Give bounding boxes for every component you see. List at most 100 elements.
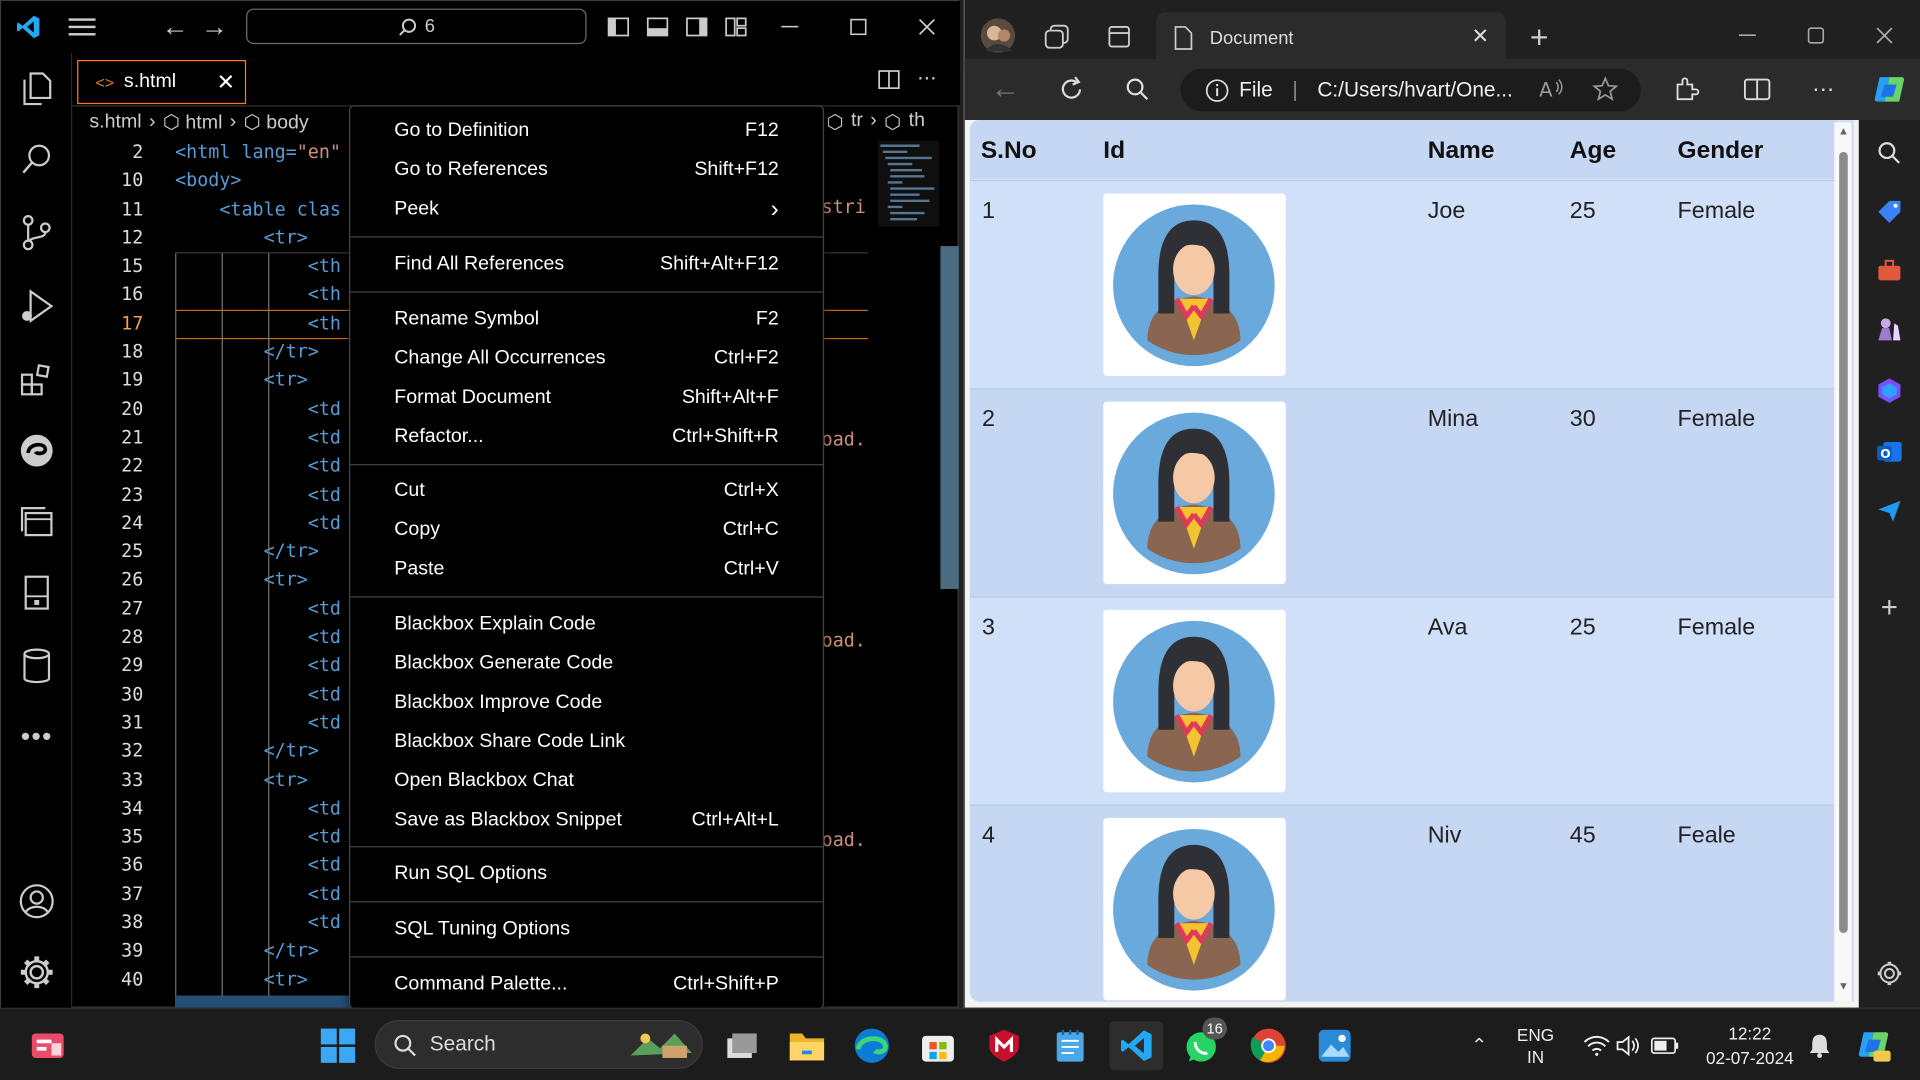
file-explorer-icon[interactable]: [782, 1021, 831, 1070]
notebook-icon[interactable]: [16, 572, 58, 614]
menu-item-rename-symbol[interactable]: Rename Symbol F2: [350, 300, 823, 339]
menu-item-peek[interactable]: Peek ›: [350, 190, 823, 229]
menu-item-blackbox-explain-code[interactable]: Blackbox Explain Code: [350, 605, 823, 644]
edge-devtools-icon[interactable]: [16, 430, 58, 472]
back-arrow-icon[interactable]: ←: [989, 72, 1021, 105]
edge-browser-icon[interactable]: [847, 1021, 896, 1070]
minimap[interactable]: [871, 138, 942, 260]
extensions-icon[interactable]: [16, 359, 58, 401]
breadcrumb-tr[interactable]: tr: [851, 110, 863, 134]
menu-item-blackbox-improve-code[interactable]: Blackbox Improve Code: [350, 683, 823, 722]
minimize-icon[interactable]: [1731, 20, 1763, 52]
split-screen-icon[interactable]: [1741, 73, 1773, 105]
account-icon[interactable]: [16, 880, 58, 922]
toggle-secondary-sidebar-icon[interactable]: [682, 13, 711, 40]
customize-layout-icon[interactable]: [721, 13, 750, 40]
split-editor-icon[interactable]: [876, 67, 903, 91]
remote-explorer-icon[interactable]: [16, 501, 58, 543]
scroll-up-icon[interactable]: ▲: [1838, 125, 1849, 137]
gear-icon[interactable]: [16, 951, 58, 993]
forward-arrow-icon[interactable]: →: [197, 11, 231, 43]
toggle-primary-sidebar-icon[interactable]: [604, 13, 633, 40]
copilot-app-icon[interactable]: [1873, 375, 1905, 407]
notification-bell-icon[interactable]: [1795, 1021, 1844, 1070]
microsoft-store-icon[interactable]: [913, 1021, 962, 1070]
settings-more-icon[interactable]: ⋯: [1807, 73, 1839, 105]
notepad-icon[interactable]: [1046, 1021, 1095, 1070]
menu-item-go-to-definition[interactable]: Go to Definition F12: [350, 111, 823, 150]
system-clock[interactable]: 12:22 02-07-2024: [1695, 1021, 1805, 1070]
copilot-taskbar-icon[interactable]: [1849, 1021, 1898, 1070]
scroll-down-icon[interactable]: ▼: [1838, 980, 1849, 992]
close-tab-icon[interactable]: ✕: [1472, 24, 1489, 48]
profile-avatar[interactable]: [980, 17, 1017, 54]
page-scrollbar[interactable]: ▲ ▼: [1834, 122, 1852, 1002]
menu-item-cut[interactable]: Cut Ctrl+X: [350, 471, 823, 510]
search-icon[interactable]: [16, 138, 58, 180]
send-icon[interactable]: [1873, 495, 1905, 527]
start-windows-icon[interactable]: [313, 1021, 362, 1070]
tools-briefcase-icon[interactable]: [1873, 255, 1905, 287]
menu-icon[interactable]: [65, 11, 99, 43]
extensions-icon[interactable]: [1670, 73, 1702, 105]
editor-scrollbar[interactable]: [940, 246, 959, 589]
favorite-star-icon[interactable]: [1592, 76, 1619, 103]
breadcrumb-body[interactable]: ⬡ body: [244, 110, 309, 134]
menu-item-format-document[interactable]: Format Document Shift+Alt+F: [350, 378, 823, 417]
menu-item-refactor[interactable]: Refactor... Ctrl+Shift+R: [350, 418, 823, 457]
shopping-tag-icon[interactable]: [1873, 196, 1905, 228]
database-icon[interactable]: [16, 645, 58, 687]
breadcrumb-file[interactable]: s.html: [89, 111, 141, 133]
copilot-icon[interactable]: [1871, 71, 1908, 108]
read-aloud-icon[interactable]: A: [1538, 76, 1565, 103]
maximize-icon[interactable]: [841, 11, 875, 43]
widgets-icon[interactable]: [24, 1021, 73, 1070]
tab-actions-icon[interactable]: [1103, 21, 1135, 53]
menu-item-open-blackbox-chat[interactable]: Open Blackbox Chat: [350, 762, 823, 801]
back-arrow-icon[interactable]: ←: [158, 11, 192, 43]
refresh-icon[interactable]: [1056, 73, 1088, 105]
battery-icon[interactable]: [1641, 1021, 1690, 1070]
minimize-icon[interactable]: [773, 11, 807, 43]
taskbar-search[interactable]: Search: [374, 1020, 703, 1069]
command-center-search[interactable]: 6: [246, 8, 587, 45]
gear-icon[interactable]: [1873, 958, 1905, 990]
menu-item-command-palette[interactable]: Command Palette... Ctrl+Shift+P: [350, 965, 823, 1004]
whatsapp-icon[interactable]: 16: [1178, 1017, 1227, 1070]
games-icon[interactable]: [1873, 313, 1905, 345]
address-bar[interactable]: File | C:/Users/hvart/One... A: [1180, 68, 1641, 112]
maximize-icon[interactable]: [1800, 20, 1832, 52]
add-icon[interactable]: +: [1873, 591, 1905, 624]
photos-icon[interactable]: [1310, 1021, 1359, 1070]
chevron-up-icon[interactable]: ⌃: [1455, 1021, 1504, 1070]
language-indicator[interactable]: ENG IN: [1511, 1024, 1560, 1068]
run-debug-icon[interactable]: [16, 285, 58, 327]
new-tab-icon[interactable]: +: [1523, 18, 1555, 55]
outlook-icon[interactable]: O: [1873, 436, 1905, 468]
breadcrumb-html[interactable]: ⬡ html: [163, 110, 223, 134]
toggle-panel-icon[interactable]: [643, 13, 672, 40]
browser-tab-document[interactable]: Document ✕: [1155, 12, 1507, 64]
menu-item-paste[interactable]: Paste Ctrl+V: [350, 550, 823, 589]
close-icon[interactable]: [910, 11, 944, 43]
mcafee-icon[interactable]: [980, 1021, 1029, 1070]
task-view-icon[interactable]: [716, 1021, 765, 1070]
workspaces-icon[interactable]: [1041, 21, 1073, 53]
breadcrumb-th[interactable]: th: [909, 110, 925, 134]
more-actions-icon[interactable]: ⋯: [912, 65, 941, 92]
menu-item-save-as-blackbox-snippet[interactable]: Save as Blackbox Snippet Ctrl+Alt+L: [350, 801, 823, 840]
menu-item-run-sql-options[interactable]: Run SQL Options: [350, 855, 823, 894]
menu-item-blackbox-generate-code[interactable]: Blackbox Generate Code: [350, 644, 823, 683]
tab-s-html[interactable]: <> s.html ✕: [77, 60, 247, 105]
close-icon[interactable]: [1869, 20, 1901, 52]
more-icon[interactable]: •••: [16, 716, 58, 758]
menu-item-change-all-occurrences[interactable]: Change All Occurrences Ctrl+F2: [350, 339, 823, 378]
menu-item-find-all-references[interactable]: Find All References Shift+Alt+F12: [350, 245, 823, 284]
chrome-icon[interactable]: [1244, 1021, 1293, 1070]
explorer-icon[interactable]: [16, 67, 58, 109]
search-icon[interactable]: [1122, 73, 1154, 105]
menu-item-sql-tuning-options[interactable]: SQL Tuning Options: [350, 910, 823, 949]
menu-item-copy[interactable]: Copy Ctrl+C: [350, 511, 823, 550]
close-tab-icon[interactable]: ✕: [217, 69, 235, 95]
source-control-icon[interactable]: [16, 212, 58, 254]
